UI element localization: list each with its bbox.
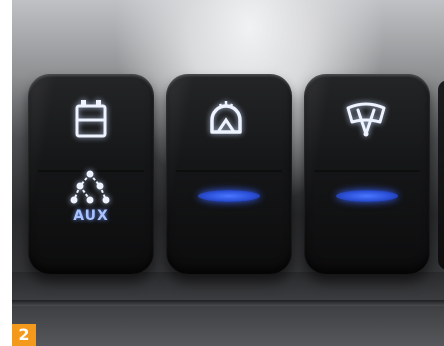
aux-label: AUX [73,208,109,224]
panel-groove [12,300,444,306]
blue-indicator-light [336,190,398,202]
panel-ledge [12,272,444,346]
light-dome-icon [206,98,246,138]
rocker-switch-wiper [304,74,430,274]
left-margin [0,0,12,346]
figure-number-badge: 2 [12,324,36,346]
wiper-icon [344,98,388,138]
battery-icon [74,98,108,138]
rocker-switch-light [166,74,292,274]
partial-edge-switch [438,80,444,270]
blue-indicator-light [198,190,260,202]
aux-network-icon [70,170,112,206]
photo-scene: AUX 2 [0,0,444,346]
rocker-split-line [176,170,282,172]
rocker-split-line [314,170,420,172]
rocker-switch-aux: AUX [28,74,154,274]
